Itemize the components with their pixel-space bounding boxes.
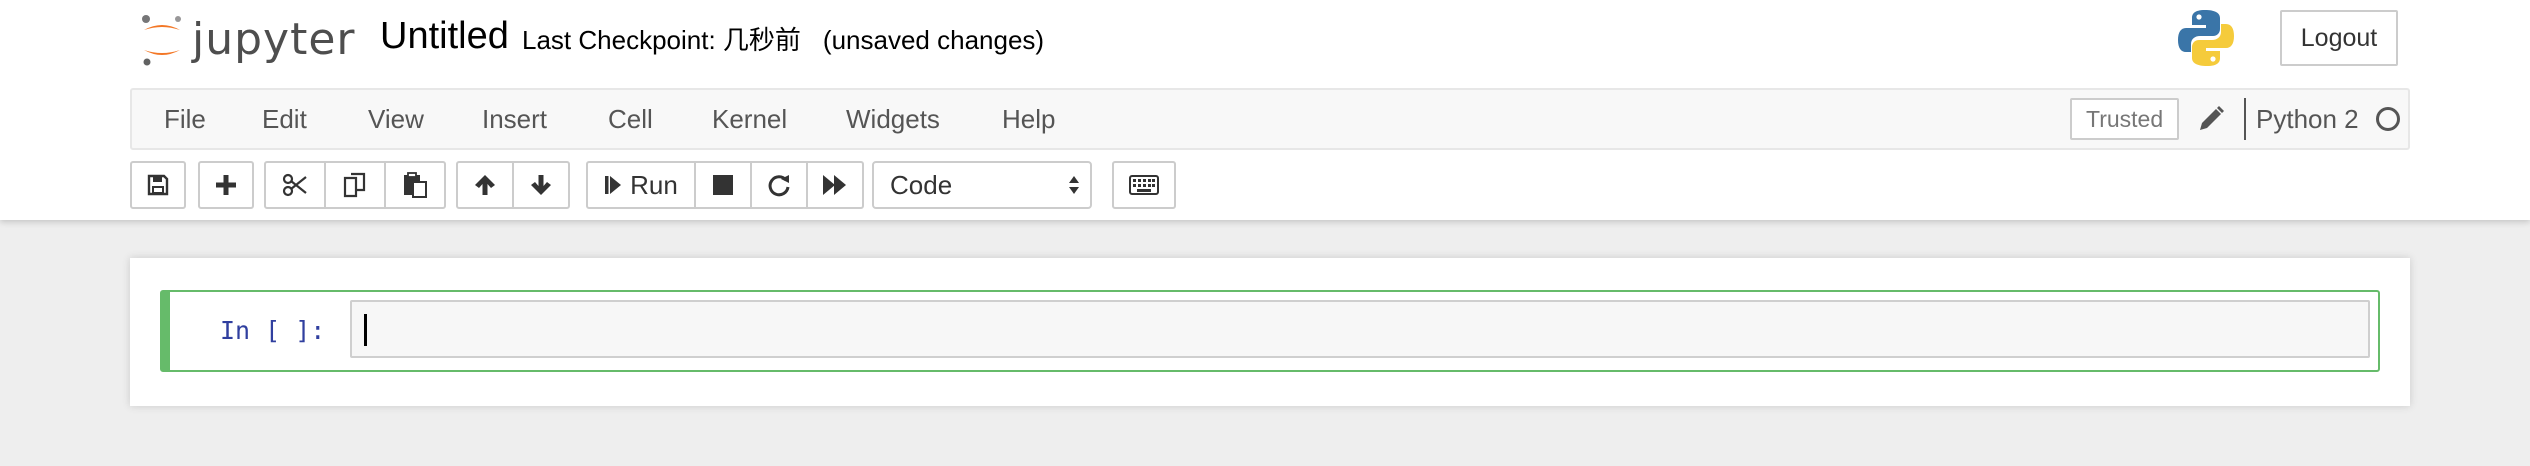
menubar: File Edit View Insert Cell Kernel Widget… — [130, 88, 2410, 150]
checkpoint-status: Last Checkpoint: 几秒前 (unsaved changes) — [522, 22, 1044, 58]
checkpoint-label: Last Checkpoint: — [522, 25, 716, 55]
menu-edit[interactable]: Edit — [262, 90, 307, 148]
menu-view[interactable]: View — [368, 90, 424, 148]
notebook-container: In [ ]: — [130, 258, 2410, 406]
run-button[interactable]: Run — [586, 161, 696, 209]
checkpoint-time: 几秒前 — [722, 25, 801, 55]
menu-widgets[interactable]: Widgets — [846, 90, 940, 148]
keyboard-icon — [1129, 175, 1159, 195]
header: jupyter Untitled Last Checkpoint: 几秒前 (un… — [0, 0, 2530, 220]
autosave-status: (unsaved changes) — [822, 25, 1045, 55]
notebook-name[interactable]: Untitled — [380, 12, 509, 60]
arrow-down-icon — [531, 175, 551, 195]
interrupt-button[interactable] — [694, 161, 752, 209]
menu-cell[interactable]: Cell — [608, 90, 653, 148]
pencil-icon[interactable] — [2196, 104, 2226, 134]
code-cell[interactable]: In [ ]: — [160, 290, 2380, 372]
restart-button[interactable] — [750, 161, 808, 209]
plus-icon — [216, 175, 236, 195]
command-palette-button[interactable] — [1112, 161, 1176, 209]
move-group — [456, 161, 570, 209]
run-all-button[interactable] — [806, 161, 864, 209]
select-arrows-icon — [1069, 176, 1079, 194]
paste-button[interactable] — [384, 161, 446, 209]
menu-insert[interactable]: Insert — [482, 90, 547, 148]
cell-type-value: Code — [890, 170, 953, 200]
run-group: Run — [586, 161, 864, 209]
cut-button[interactable] — [264, 161, 326, 209]
paste-icon — [404, 172, 427, 198]
kernel-idle-indicator-icon — [2376, 107, 2400, 131]
run-label: Run — [630, 169, 678, 200]
jupyter-logo[interactable]: jupyter — [138, 10, 356, 70]
text-cursor — [364, 314, 367, 346]
save-group — [130, 161, 186, 209]
step-forward-icon — [605, 176, 622, 194]
menu-kernel[interactable]: Kernel — [712, 90, 787, 148]
arrow-up-icon — [475, 175, 495, 195]
kernel-name[interactable]: Python 2 — [2256, 90, 2359, 148]
trusted-badge[interactable]: Trusted — [2070, 98, 2180, 140]
code-input-area[interactable] — [350, 300, 2370, 358]
cut-icon — [282, 173, 307, 197]
input-prompt: In [ ]: — [220, 316, 326, 345]
save-button[interactable] — [130, 161, 186, 209]
jupyter-logo-text: jupyter — [192, 14, 356, 65]
insert-group — [198, 161, 254, 209]
restart-icon — [768, 175, 790, 197]
copy-icon — [343, 172, 366, 198]
move-up-button[interactable] — [456, 161, 514, 209]
save-icon — [147, 174, 169, 196]
clipboard-group — [264, 161, 446, 209]
cell-type-select[interactable]: Code — [872, 161, 1092, 209]
logout-button[interactable]: Logout — [2280, 10, 2398, 66]
kernel-divider — [2244, 98, 2246, 140]
keyboard-group — [1112, 161, 1176, 209]
python-logo-icon — [2178, 10, 2234, 66]
stop-icon — [713, 175, 733, 195]
move-down-button[interactable] — [512, 161, 570, 209]
menu-file[interactable]: File — [164, 90, 206, 148]
fast-forward-icon — [823, 175, 846, 195]
copy-button[interactable] — [324, 161, 386, 209]
menu-help[interactable]: Help — [1002, 90, 1055, 148]
insert-cell-button[interactable] — [198, 161, 254, 209]
jupyter-logo-icon — [142, 15, 181, 66]
